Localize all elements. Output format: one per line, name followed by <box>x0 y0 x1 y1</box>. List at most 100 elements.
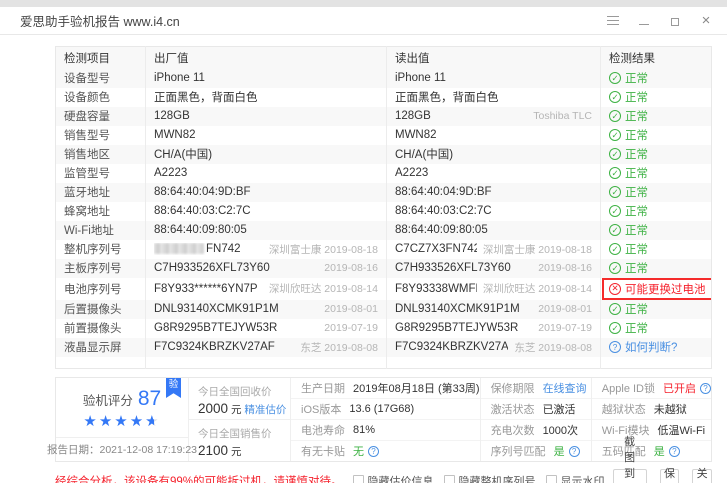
accurate-estimate-link[interactable]: 精准估价 <box>244 404 286 416</box>
read-value: F8Y93338WMFM6YN7P <box>395 282 477 295</box>
question-circle-icon: ? <box>609 341 621 353</box>
row-label: 液晶显示屏 <box>55 337 146 357</box>
price-section: 今日全国回收价 2000 元 精准估价 今日全国销售价 2100 元 <box>189 378 291 461</box>
result-text: 正常 <box>625 92 648 104</box>
screenshot-to-clipboard-button[interactable]: 截图到剪贴板 <box>612 436 647 483</box>
check-circle-icon: ✓ <box>609 186 621 198</box>
read-value: 88:64:40:04:9D:BF <box>395 186 492 198</box>
info-row: 保修期限 在线查询 <box>481 378 591 398</box>
read-cell: CH/A(中国) <box>386 144 601 164</box>
result-text: 可能更换过电池 <box>625 283 706 296</box>
read-cell: 88:64:40:03:C2:7C <box>386 201 601 221</box>
close-icon[interactable]: × <box>699 13 713 28</box>
factory-cell: F7C9324KBRZKV27AF 东芝 2019-08-08 <box>145 337 387 357</box>
factory-cell: 128GB <box>145 106 387 126</box>
read-cell: C7H933526XFL73Y60 2019-08-16 <box>386 258 601 278</box>
checkbox-icon[interactable] <box>545 475 557 483</box>
row-label: 蜂窝地址 <box>64 206 110 218</box>
table-row: 整机序列号 FN742 深圳富士康 2019-08-18 C7CZ7X3FN742 深圳… <box>56 239 712 259</box>
footer-checkbox[interactable]: 显示水印 <box>545 473 605 483</box>
read-cell: 正面黑色，背面白色 <box>386 87 601 107</box>
help-icon[interactable]: ? <box>700 382 711 394</box>
check-circle-icon: ✓ <box>609 205 621 217</box>
read-value: DNL93140XCMK91P1M <box>395 303 520 315</box>
star-rating: ★★★★★ <box>83 414 160 429</box>
result-text: 正常 <box>625 263 648 275</box>
factory-value: 88:64:40:03:C2:7C <box>154 205 251 217</box>
info-row: 有无卡贴无? <box>291 440 480 461</box>
footer-checkbox[interactable]: 隐藏估价信息 <box>352 473 434 483</box>
table-filler-row <box>56 356 712 369</box>
row-label: 设备颜色 <box>64 92 110 104</box>
info-row: 越狱状态 未越狱 <box>591 398 711 419</box>
factory-cell: G8R9295B7TEJYW53R 2019-07-19 <box>145 318 387 338</box>
result-cell: ✓ 正常 <box>600 68 712 88</box>
info-value: 1000次 <box>542 425 579 437</box>
check-circle-icon: ✓ <box>609 262 621 274</box>
result-badge: ✓ 正常 <box>609 108 648 124</box>
read-note: 2019-07-19 <box>538 322 592 334</box>
factory-value: F8Y933******6YN7P <box>154 282 258 295</box>
restore-icon[interactable] <box>668 14 684 28</box>
info-row: 序列号匹配是? <box>480 440 591 461</box>
analysis-warning-text: 经综合分析，该设备有99%的可能拆过机，请谨慎对待。 <box>55 475 343 483</box>
info-label: 序列号匹配 <box>490 446 546 458</box>
checkbox-label: 显示水印 <box>560 475 605 483</box>
table-row: 监管型号 A2223 A2223 ✓ 正常 <box>56 163 712 183</box>
result-text: 正常 <box>625 304 648 316</box>
check-circle-icon: ✓ <box>609 91 621 103</box>
checkbox-icon[interactable] <box>352 475 364 483</box>
result-text: 正常 <box>625 111 648 123</box>
menu-icon[interactable] <box>606 14 620 28</box>
result-cell: ✓ 正常 <box>600 299 712 319</box>
result-cell: ✓ 正常 <box>600 220 712 240</box>
device-info-column-2: 保修期限 在线查询 激活状态 已激活 充电次数 1000次 序列号匹配是? <box>480 378 592 461</box>
titlebar: 爱思助手验机报告 www.i4.cn × <box>0 7 727 35</box>
read-note: 深圳富士康 2019-08-18 <box>482 243 592 256</box>
result-badge: ✓ 正常 <box>609 222 648 238</box>
check-circle-icon: ✓ <box>609 167 621 179</box>
table-row: 设备颜色 正面黑色，背面白色 正面黑色，背面白色 ✓ 正常 <box>56 87 712 107</box>
factory-cell: DNL93140XCMK91P1M 2019-08-01 <box>145 299 387 319</box>
info-row: 激活状态 已激活 <box>480 398 591 419</box>
info-value[interactable]: 在线查询 <box>543 380 587 396</box>
checkbox-icon[interactable] <box>443 475 455 483</box>
read-value: CH/A(中国) <box>395 149 454 161</box>
help-icon[interactable]: ? <box>568 445 580 457</box>
read-cell: G8R9295B7TEJYW53R 2019-07-19 <box>386 318 601 338</box>
info-value: 2019年08月18日 (第33周) <box>353 383 480 395</box>
result-text: 正常 <box>625 187 648 199</box>
footer-checkboxes: 隐藏估价信息 隐藏整机序列号 显示水印 <box>343 473 605 483</box>
read-cell: C7CZ7X3FN742 深圳富士康 2019-08-18 <box>386 239 601 259</box>
help-icon[interactable]: ? <box>668 445 680 457</box>
read-cell: 88:64:40:04:9D:BF <box>386 182 601 202</box>
result-badge: ✓ 正常 <box>609 203 648 219</box>
save-button[interactable]: 保存 <box>659 468 680 483</box>
row-label: 后置摄像头 <box>55 299 146 319</box>
price-unit: 元 <box>228 404 245 416</box>
help-icon[interactable]: ? <box>368 445 379 457</box>
info-value: 未越狱 <box>653 404 687 416</box>
row-label: 蓝牙地址 <box>55 182 146 202</box>
read-cell: iPhone 11 <box>386 68 601 88</box>
minimize-icon[interactable] <box>637 14 651 28</box>
result-text: 正常 <box>625 149 648 161</box>
read-value: 128GB <box>395 110 431 122</box>
price-cell: 今日全国回收价 2000 元 精准估价 <box>189 378 290 419</box>
info-row: iOS版本 13.6 (17G68) <box>291 398 480 419</box>
read-value: 88:64:40:09:80:05 <box>395 224 488 236</box>
row-label: 整机序列号 <box>64 244 122 256</box>
row-label: 主板序列号 <box>55 258 146 278</box>
footer-checkbox[interactable]: 隐藏整机序列号 <box>443 473 536 483</box>
factory-value: CH/A(中国) <box>154 149 213 161</box>
table-row: 主板序列号 C7H933526XFL73Y60 2019-08-16 C7H93352… <box>55 258 712 278</box>
window-title: 爱思助手验机报告 www.i4.cn <box>20 15 180 29</box>
close-button[interactable]: 关闭 <box>692 468 712 483</box>
device-info-column-3: Apple ID锁 已开启? 越狱状态 未越狱 Wi-Fi模块 低温Wi-Fi 五码匹配是? <box>591 378 711 461</box>
row-label: 电池序列号 <box>64 283 122 296</box>
check-circle-icon: ✓ <box>609 129 621 141</box>
star-icon: ★ <box>114 412 130 430</box>
factory-value: F7C9324KBRZKV27AF <box>154 341 275 353</box>
how-to-judge-link[interactable]: ? 如何判断? <box>609 339 677 355</box>
read-cell: F8Y93338WMFM6YN7P 深圳欣旺达 2019-08-14 <box>386 277 601 300</box>
